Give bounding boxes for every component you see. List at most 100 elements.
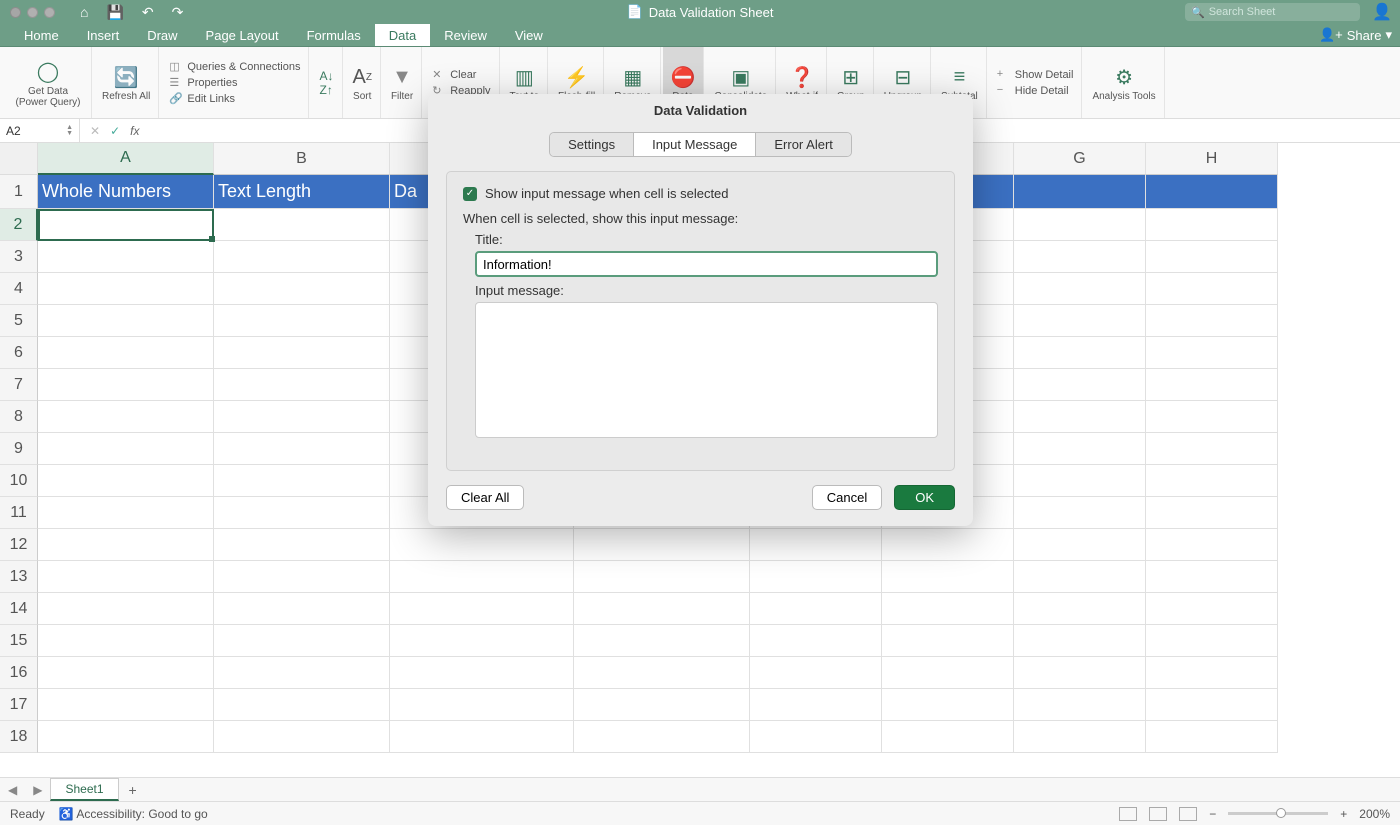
queries-button[interactable]: ◫Queries & Connections — [169, 60, 300, 74]
row-header-3[interactable]: 3 — [0, 241, 38, 273]
page-break-view-icon[interactable] — [1179, 807, 1197, 821]
column-header-G[interactable]: G — [1014, 143, 1146, 175]
tab-insert[interactable]: Insert — [73, 24, 134, 46]
cell-F16[interactable] — [882, 657, 1014, 689]
cell-A3[interactable] — [38, 241, 214, 273]
analysis-tools-button[interactable]: ⚙Analysis Tools — [1084, 47, 1164, 118]
zoom-level[interactable]: 200% — [1359, 807, 1390, 821]
row-header-1[interactable]: 1 — [0, 175, 38, 209]
normal-view-icon[interactable] — [1119, 807, 1137, 821]
cell-B3[interactable] — [214, 241, 390, 273]
input-message-textarea[interactable] — [475, 302, 938, 438]
tab-home[interactable]: Home — [10, 24, 73, 46]
cell-C18[interactable] — [390, 721, 574, 753]
cell-G13[interactable] — [1014, 561, 1146, 593]
cell-B7[interactable] — [214, 369, 390, 401]
cell-B13[interactable] — [214, 561, 390, 593]
cell-C17[interactable] — [390, 689, 574, 721]
cell-B14[interactable] — [214, 593, 390, 625]
row-header-2[interactable]: 2 — [0, 209, 38, 241]
clear-filter-button[interactable]: ✕Clear — [432, 68, 476, 82]
sort-button[interactable]: AZSort — [345, 47, 381, 118]
cell-A16[interactable] — [38, 657, 214, 689]
row-header-14[interactable]: 14 — [0, 593, 38, 625]
show-detail-button[interactable]: +Show Detail — [997, 68, 1074, 82]
cell-B16[interactable] — [214, 657, 390, 689]
cell-A5[interactable] — [38, 305, 214, 337]
row-header-11[interactable]: 11 — [0, 497, 38, 529]
cell-H16[interactable] — [1146, 657, 1278, 689]
cell-G14[interactable] — [1014, 593, 1146, 625]
cell-A18[interactable] — [38, 721, 214, 753]
cell-B1[interactable]: Text Length — [214, 175, 390, 209]
row-header-9[interactable]: 9 — [0, 433, 38, 465]
redo-icon[interactable]: ↷ — [172, 4, 184, 21]
cell-E17[interactable] — [750, 689, 882, 721]
cell-B18[interactable] — [214, 721, 390, 753]
tab-page-layout[interactable]: Page Layout — [192, 24, 293, 46]
select-all-corner[interactable] — [0, 143, 38, 175]
cell-G17[interactable] — [1014, 689, 1146, 721]
row-header-8[interactable]: 8 — [0, 401, 38, 433]
cell-D13[interactable] — [574, 561, 750, 593]
cell-E15[interactable] — [750, 625, 882, 657]
cell-E13[interactable] — [750, 561, 882, 593]
cell-G6[interactable] — [1014, 337, 1146, 369]
cell-A11[interactable] — [38, 497, 214, 529]
cell-A10[interactable] — [38, 465, 214, 497]
row-header-4[interactable]: 4 — [0, 273, 38, 305]
cell-A1[interactable]: Whole Numbers — [38, 175, 214, 209]
cell-G5[interactable] — [1014, 305, 1146, 337]
cell-G10[interactable] — [1014, 465, 1146, 497]
cell-C12[interactable] — [390, 529, 574, 561]
fill-handle[interactable] — [209, 236, 215, 242]
zoom-slider[interactable] — [1228, 812, 1328, 815]
cell-B11[interactable] — [214, 497, 390, 529]
cell-F14[interactable] — [882, 593, 1014, 625]
dialog-tab-error-alert[interactable]: Error Alert — [756, 133, 851, 156]
cell-C15[interactable] — [390, 625, 574, 657]
sheet-tab[interactable]: Sheet1 — [50, 778, 118, 801]
row-header-17[interactable]: 17 — [0, 689, 38, 721]
cell-B17[interactable] — [214, 689, 390, 721]
refresh-all-button[interactable]: 🔄Refresh All — [94, 47, 159, 118]
cell-F18[interactable] — [882, 721, 1014, 753]
cell-H4[interactable] — [1146, 273, 1278, 305]
cell-B5[interactable] — [214, 305, 390, 337]
zoom-in-button[interactable]: + — [1340, 807, 1347, 821]
row-header-13[interactable]: 13 — [0, 561, 38, 593]
cancel-formula-icon[interactable]: ✕ — [90, 124, 100, 138]
sheet-nav-next-icon[interactable]: ▶ — [25, 783, 50, 797]
ok-button[interactable]: OK — [894, 485, 955, 510]
close-window-icon[interactable] — [10, 7, 21, 18]
maximize-window-icon[interactable] — [44, 7, 55, 18]
cell-D15[interactable] — [574, 625, 750, 657]
cell-B15[interactable] — [214, 625, 390, 657]
dialog-tab-input-message[interactable]: Input Message — [634, 133, 756, 156]
home-icon[interactable]: ⌂ — [80, 4, 88, 21]
cell-B8[interactable] — [214, 401, 390, 433]
fx-icon[interactable]: fx — [130, 124, 139, 138]
cell-G4[interactable] — [1014, 273, 1146, 305]
cell-A12[interactable] — [38, 529, 214, 561]
tab-formulas[interactable]: Formulas — [293, 24, 375, 46]
cell-H15[interactable] — [1146, 625, 1278, 657]
undo-icon[interactable]: ↶ — [142, 4, 154, 21]
cell-E18[interactable] — [750, 721, 882, 753]
cell-A13[interactable] — [38, 561, 214, 593]
add-sheet-button[interactable]: + — [119, 782, 147, 798]
row-header-10[interactable]: 10 — [0, 465, 38, 497]
share-button[interactable]: 👤+ Share ▾ — [1319, 24, 1392, 46]
edit-links-button[interactable]: 🔗Edit Links — [169, 92, 235, 106]
cell-A17[interactable] — [38, 689, 214, 721]
cell-B9[interactable] — [214, 433, 390, 465]
cell-H5[interactable] — [1146, 305, 1278, 337]
cell-H14[interactable] — [1146, 593, 1278, 625]
cell-B6[interactable] — [214, 337, 390, 369]
title-input[interactable] — [475, 251, 938, 277]
show-input-message-checkbox[interactable]: ✓ Show input message when cell is select… — [463, 186, 938, 201]
clear-all-button[interactable]: Clear All — [446, 485, 524, 510]
enter-formula-icon[interactable]: ✓ — [110, 124, 120, 138]
cell-H11[interactable] — [1146, 497, 1278, 529]
cell-A14[interactable] — [38, 593, 214, 625]
